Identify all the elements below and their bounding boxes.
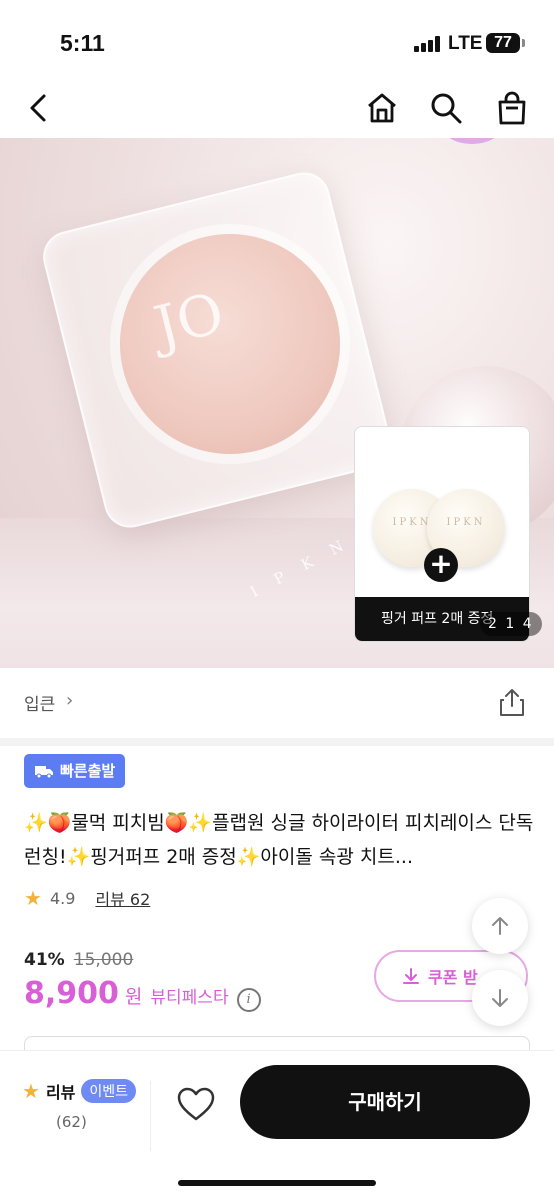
brand-link[interactable]: 입큰 bbox=[24, 690, 55, 715]
reviews-link[interactable]: 리뷰 62 bbox=[95, 886, 150, 910]
event-label: 뷰티페스타 bbox=[150, 988, 229, 1008]
review-summary[interactable]: ★ 리뷰 이벤트 (62) bbox=[22, 1079, 137, 1131]
original-price: 15,000 bbox=[73, 950, 134, 970]
brand-row: 입큰 › bbox=[0, 668, 554, 746]
product-image-carousel[interactable]: JO I P K N IPKN IPKN 핑거 퍼프 2매 증정 + 2 1 4 bbox=[0, 138, 554, 668]
rating-score: 4.9 bbox=[49, 888, 76, 908]
currency: 원 bbox=[124, 986, 143, 1008]
status-time: 5:11 bbox=[60, 30, 105, 56]
shopping-bag-icon[interactable] bbox=[494, 90, 530, 126]
review-label: 리뷰 bbox=[45, 1083, 76, 1102]
original-price-row: 41% 15,000 bbox=[24, 950, 133, 970]
coupon-label: 쿠폰 받 bbox=[428, 968, 478, 987]
download-icon bbox=[403, 968, 419, 984]
home-indicator bbox=[178, 1180, 376, 1186]
star-icon: ★ bbox=[24, 886, 42, 910]
heart-icon[interactable] bbox=[176, 1085, 216, 1125]
decorative-shape bbox=[442, 138, 502, 144]
back-icon[interactable] bbox=[22, 90, 58, 126]
truck-icon bbox=[35, 766, 53, 779]
rating-row: ★ 4.9 리뷰 62 bbox=[24, 886, 150, 910]
chevron-right-icon[interactable]: › bbox=[66, 690, 73, 711]
battery-icon: 77 bbox=[486, 33, 525, 53]
search-icon[interactable] bbox=[428, 90, 464, 126]
top-nav bbox=[0, 82, 554, 134]
plus-icon[interactable]: + bbox=[424, 548, 458, 582]
event-badge: 이벤트 bbox=[81, 1079, 137, 1103]
puff-text: IPKN bbox=[446, 517, 486, 528]
star-icon: ★ bbox=[22, 1079, 40, 1103]
badge-label: 빠른출발 bbox=[60, 762, 116, 780]
status-bar: 5:11 LTE 77 bbox=[0, 0, 554, 88]
scroll-down-button[interactable] bbox=[472, 970, 528, 1026]
network-label: LTE bbox=[448, 33, 483, 54]
sale-price: 8,900 bbox=[24, 976, 119, 1011]
info-icon[interactable]: i bbox=[236, 988, 261, 1012]
home-icon[interactable] bbox=[364, 90, 400, 126]
divider bbox=[150, 1081, 151, 1151]
fast-shipping-badge: 빠른출발 bbox=[24, 754, 126, 788]
image-counter: 2 1 4 bbox=[480, 612, 542, 636]
review-count: (62) bbox=[56, 1113, 87, 1131]
discount-rate: 41% bbox=[24, 950, 65, 970]
arrow-up-icon bbox=[492, 917, 508, 935]
sale-price-row: 8,900 원 뷰티페스타 i bbox=[24, 976, 261, 1012]
share-icon[interactable] bbox=[496, 686, 528, 718]
signal-icon bbox=[414, 36, 440, 52]
scroll-up-button[interactable] bbox=[472, 898, 528, 954]
buy-button[interactable]: 구매하기 bbox=[240, 1065, 530, 1139]
product-title: ✨🍑물먹 피치빔🍑✨플랩원 싱글 하이라이터 피치레이스 단독 런칭!✨핑거퍼프… bbox=[24, 812, 534, 868]
highlighter-pan bbox=[120, 234, 340, 454]
bottom-action-bar: ★ 리뷰 이벤트 (62) 구매하기 bbox=[0, 1050, 554, 1201]
promo-card[interactable]: IPKN IPKN 핑거 퍼프 2매 증정 bbox=[354, 426, 530, 642]
arrow-down-icon bbox=[492, 989, 508, 1007]
